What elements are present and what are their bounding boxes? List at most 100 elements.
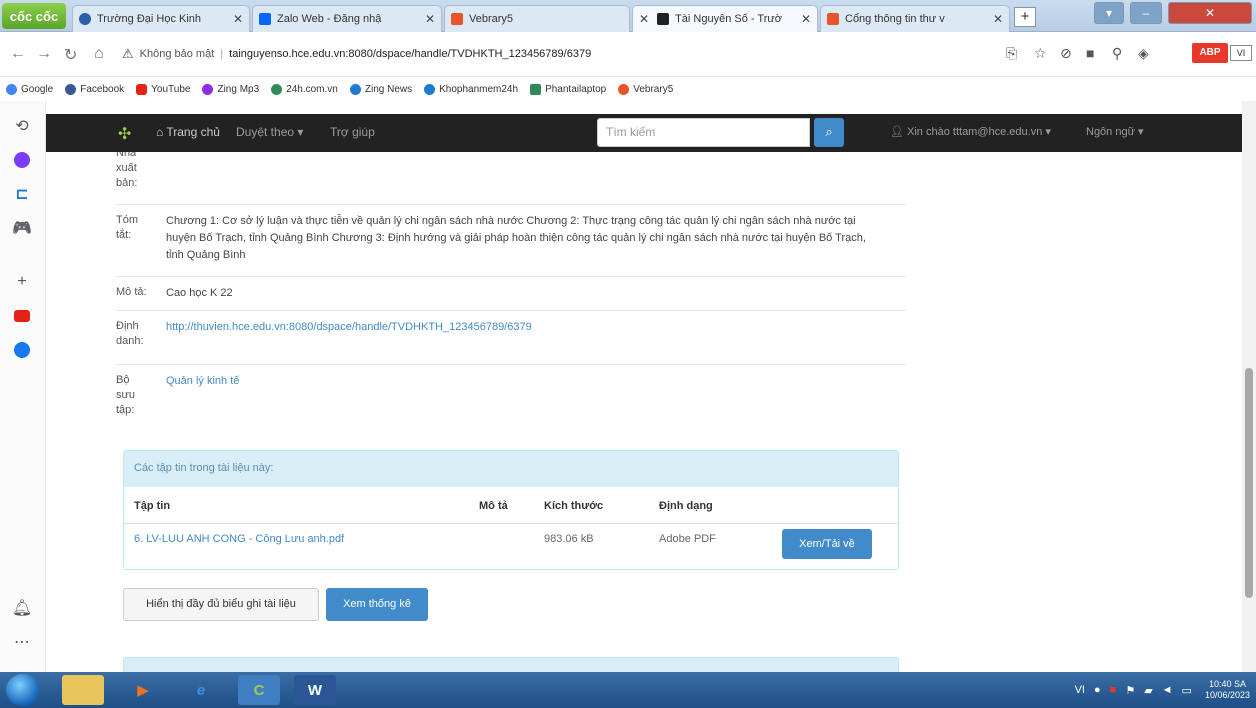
col-size: Kích thước — [544, 500, 604, 512]
minimize-button[interactable]: – — [1130, 2, 1162, 24]
extensions-icon[interactable]: ⚲ — [1112, 45, 1122, 62]
bookmark-phantailaptop[interactable]: Phantailaptop — [530, 83, 606, 95]
bookmark-google[interactable]: Google — [6, 83, 53, 95]
new-tab-button[interactable]: + — [1014, 7, 1036, 27]
tab-label: Trường Đại Học Kinh — [97, 13, 202, 25]
close-icon[interactable]: ✕ — [993, 12, 1003, 26]
bookmark-facebook[interactable]: Facebook — [65, 83, 124, 95]
reload-icon[interactable]: ↻ — [64, 45, 77, 65]
user-greeting: Xin chào tttam@hce.edu.vn ▾ — [907, 126, 1051, 138]
download-extension-button[interactable]: ABP — [1192, 43, 1228, 63]
coccoc-taskbar-icon[interactable]: C — [238, 675, 280, 705]
tab-zalo[interactable]: Zalo Web - Đăng nhậ ✕ — [252, 5, 442, 32]
browser-sidebar: ⟲ ⊏ 🎮 + 🔔︎ ⋯ — [0, 101, 46, 672]
close-icon[interactable]: ✕ — [801, 12, 811, 26]
tasks-icon[interactable]: ⊏ — [11, 183, 33, 205]
meta-description: Mô tả: Cao học K 22 — [116, 276, 906, 302]
meta-label: Bộ sưu tập: — [116, 374, 135, 416]
tray-network-icon[interactable]: ▰ — [1144, 684, 1152, 697]
meta-collection: Bộ sưu tập: Quản lý kinh tế — [116, 364, 906, 418]
tab-truong-dai-hoc[interactable]: Trường Đại Học Kinh ✕ — [72, 5, 250, 32]
add-icon[interactable]: + — [11, 271, 33, 293]
block-icon[interactable]: ⊘ — [1060, 45, 1072, 62]
windows-taskbar: ▶ e C W VI ● ■ ⚑ ▰ ◄ ▭ 10:40 SA 10/06/20… — [0, 672, 1256, 708]
facebook-icon[interactable] — [11, 339, 33, 361]
files-panel: Các tập tin trong tài liệu này: Tập tin … — [123, 450, 899, 570]
bookmark-vebrary[interactable]: Vebrary5 — [618, 83, 673, 95]
coccoc-menu-button[interactable]: cốc cốc — [2, 3, 66, 29]
tab-label: Zalo Web - Đăng nhậ — [277, 13, 382, 25]
back-icon[interactable]: ← — [10, 45, 26, 63]
tab-vebrary[interactable]: Vebrary5 — [444, 5, 630, 32]
nav-home[interactable]: ⌂ Trang chủ — [156, 125, 220, 139]
meta-label: Định danh: — [116, 320, 144, 347]
ie-icon[interactable]: e — [180, 675, 222, 705]
tray-chat-icon[interactable]: ● — [1094, 684, 1101, 696]
home-icon[interactable]: ⌂ — [94, 45, 104, 63]
meta-label: Tóm tắt: — [116, 214, 138, 241]
close-window-button[interactable]: ✕ — [1168, 2, 1252, 24]
language-badge[interactable]: VI — [1230, 45, 1252, 61]
scrollbar-thumb[interactable] — [1245, 368, 1253, 598]
tray-antivirus-icon[interactable]: ■ — [1110, 684, 1117, 696]
warning-icon[interactable]: ⚠ — [122, 46, 134, 62]
close-icon[interactable]: ✕ — [233, 12, 243, 26]
files-panel-heading: Các tập tin trong tài liệu này: — [124, 451, 898, 487]
vebrary-icon — [827, 13, 839, 25]
close-icon[interactable]: ✕ — [425, 12, 435, 26]
url-field[interactable]: ⚠ Không bảo mật | tainguyenso.hce.edu.vn… — [122, 40, 992, 68]
globe-icon — [79, 13, 91, 25]
history-icon[interactable]: ⟲ — [11, 115, 33, 137]
meta-label: Mô tả: — [116, 286, 147, 298]
reader-icon[interactable]: ⎘ — [1006, 45, 1017, 62]
tab-list-button[interactable]: ▾ — [1094, 2, 1124, 24]
24h-icon — [271, 83, 283, 95]
tray-display-icon[interactable]: ▭ — [1182, 684, 1192, 697]
search-input[interactable]: Tìm kiếm — [597, 118, 810, 147]
nav-browse[interactable]: Duyệt theo ▾ — [236, 125, 303, 139]
dspace-logo-icon[interactable]: ✣ — [118, 124, 131, 144]
tray-volume-icon[interactable]: ◄ — [1162, 684, 1173, 696]
media-player-icon[interactable]: ▶ — [122, 675, 164, 705]
page-scrollbar[interactable] — [1242, 101, 1256, 672]
tab-tai-nguyen-so[interactable]: ✕ Tài Nguyên Số - Trườ ✕ — [632, 5, 818, 32]
browser-tab-strip: cốc cốc Trường Đại Học Kinh ✕ Zalo Web -… — [0, 0, 1256, 32]
more-icon[interactable]: ⋯ — [11, 631, 33, 653]
youtube-icon[interactable] — [11, 305, 33, 327]
user-menu[interactable]: 👤︎ Xin chào tttam@hce.edu.vn ▾ — [890, 125, 1051, 138]
file-link[interactable]: 6. LV-LUU ANH CONG - Công Lưu anh.pdf — [134, 533, 344, 545]
nav-help[interactable]: Trợ giúp — [330, 125, 375, 139]
shield-icon[interactable]: ◈ — [1138, 45, 1149, 62]
forward-icon[interactable]: → — [36, 45, 52, 63]
view-stats-button[interactable]: Xem thống kê — [326, 588, 428, 621]
word-icon[interactable]: W — [294, 675, 336, 705]
game-icon[interactable]: 🎮 — [11, 217, 33, 239]
bookmarks-bar: Google Facebook YouTube Zing Mp3 24h.com… — [0, 78, 1256, 100]
notification-icon[interactable]: 🔔︎ — [11, 597, 33, 619]
search-button[interactable]: ⌕ — [814, 118, 844, 147]
taskbar-clock[interactable]: 10:40 SA 10/06/2023 — [1205, 679, 1250, 701]
bookmark-zing-news[interactable]: Zing News — [349, 83, 413, 95]
full-record-button[interactable]: Hiển thị đầy đủ biểu ghi tài liệu — [123, 588, 319, 621]
bookmark-24h[interactable]: 24h.com.vn — [271, 83, 338, 95]
close-icon[interactable]: ✕ — [639, 12, 649, 26]
bookmark-khophanmem[interactable]: Khophanmem24h — [424, 83, 518, 95]
tray-lang[interactable]: VI — [1075, 684, 1085, 696]
bookmark-label: Zing News — [364, 83, 413, 95]
tab-cong-thong-tin[interactable]: Cổng thông tin thư v ✕ — [820, 5, 1010, 32]
explorer-icon[interactable] — [62, 675, 104, 705]
start-button[interactable] — [6, 674, 40, 706]
star-icon[interactable]: ☆ — [1034, 45, 1047, 62]
messenger-icon[interactable] — [11, 149, 33, 171]
language-menu[interactable]: Ngôn ngữ ▾ — [1086, 125, 1144, 138]
bookmark-youtube[interactable]: YouTube — [136, 83, 190, 95]
vebrary-icon — [451, 13, 463, 25]
collection-link[interactable]: Quản lý kinh tế — [166, 373, 239, 418]
bookmark-zing-mp3[interactable]: Zing Mp3 — [202, 83, 259, 95]
identifier-link[interactable]: http://thuvien.hce.edu.vn:8080/dspace/ha… — [166, 319, 532, 349]
tray-flag-icon[interactable]: ⚑ — [1125, 684, 1135, 697]
next-panel-heading — [123, 657, 899, 672]
save-icon[interactable]: ■ — [1086, 45, 1094, 61]
view-download-button[interactable]: Xem/Tải về — [782, 529, 872, 559]
meta-publisher: Nhà xuất bản: — [116, 152, 906, 191]
